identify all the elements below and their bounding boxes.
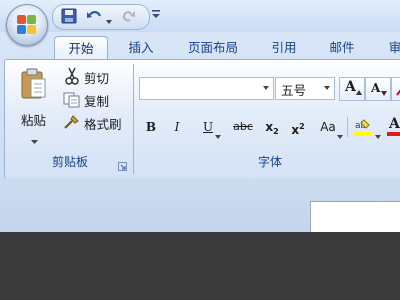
- document-page[interactable]: [310, 201, 400, 232]
- office-button[interactable]: [6, 4, 48, 46]
- superscript-label: x: [291, 123, 300, 137]
- change-case-dropdown-icon: [337, 125, 343, 145]
- clipboard-dialog-launcher-icon[interactable]: [118, 156, 127, 171]
- font-group-label: 字体: [257, 155, 282, 169]
- font-size-value: 五号: [281, 83, 307, 98]
- tab-page-layout[interactable]: 页面布局: [178, 36, 248, 60]
- paste-dropdown-icon: [31, 130, 38, 149]
- clipboard-icon: [21, 68, 47, 104]
- paintbrush-icon: [63, 114, 81, 134]
- bold-button[interactable]: B: [141, 117, 161, 137]
- tab-home[interactable]: 开始: [54, 36, 108, 61]
- subscript-digit: 2: [273, 127, 279, 136]
- tab-mailings[interactable]: 邮件: [320, 36, 364, 60]
- highlight-button[interactable]: ab: [351, 117, 381, 139]
- grow-font-label: A: [345, 79, 356, 95]
- italic-button[interactable]: I: [167, 117, 187, 137]
- format-painter-button[interactable]: 格式刷: [63, 112, 133, 134]
- office-logo-icon: [17, 15, 37, 35]
- clear-formatting-button[interactable]: [391, 77, 400, 101]
- format-painter-label: 格式刷: [84, 117, 122, 132]
- ribbon-home: 粘贴 剪切 复制 格式刷 剪贴板 五号 A A B I U abc x2 x2 …: [4, 59, 400, 179]
- scissors-icon: [65, 67, 79, 89]
- subscript-label: x: [265, 120, 274, 134]
- quick-access-toolbar: [52, 4, 150, 30]
- highlighter-icon: ab: [353, 117, 373, 143]
- grow-font-button[interactable]: A: [339, 77, 365, 101]
- tab-references[interactable]: 引用: [262, 36, 306, 60]
- tab-insert[interactable]: 插入: [118, 36, 164, 60]
- underline-button[interactable]: U: [193, 117, 223, 139]
- copy-icon: [63, 92, 81, 112]
- font-color-button[interactable]: A: [385, 116, 400, 137]
- font-name-combo[interactable]: [139, 77, 274, 100]
- word-window: 开始 插入 页面布局 引用 邮件 审 粘贴 剪切 复制 格式刷 剪贴板 五号 A…: [0, 0, 400, 232]
- cut-label: 剪切: [84, 71, 110, 86]
- superscript-digit: 2: [299, 122, 305, 131]
- group-divider: [133, 64, 134, 174]
- copy-button[interactable]: 复制: [63, 89, 133, 111]
- shrink-font-button[interactable]: A: [365, 77, 391, 101]
- font-color-bar: [387, 132, 400, 136]
- change-case-label: Aa: [320, 120, 336, 134]
- dark-overlay: [0, 232, 400, 300]
- group-divider-small: [347, 117, 348, 137]
- customize-qat-icon[interactable]: [149, 6, 167, 24]
- font-size-combo[interactable]: 五号: [275, 77, 335, 100]
- cut-button[interactable]: 剪切: [63, 66, 133, 88]
- shrink-arrow-icon: [381, 81, 387, 100]
- change-case-button[interactable]: Aa: [313, 117, 343, 139]
- subscript-button[interactable]: x2: [261, 117, 283, 137]
- font-name-dropdown-icon[interactable]: [263, 86, 269, 90]
- font-size-dropdown-icon[interactable]: [324, 86, 330, 90]
- font-color-label: A: [389, 116, 400, 132]
- font-format-row: B I U abc x2 x2 Aa ab A: [139, 116, 400, 139]
- undo-icon[interactable]: [86, 8, 104, 26]
- underline-label: U: [202, 120, 214, 134]
- superscript-button[interactable]: x2: [287, 117, 309, 137]
- underline-dropdown-icon: [215, 125, 221, 145]
- highlight-dropdown-icon: [375, 125, 381, 145]
- save-icon[interactable]: [61, 8, 79, 26]
- redo-icon[interactable]: [119, 8, 137, 26]
- ribbon-tabs: 开始 插入 页面布局 引用 邮件 审: [0, 32, 400, 61]
- shrink-font-label: A: [371, 81, 381, 95]
- tab-review[interactable]: 审: [380, 36, 400, 60]
- paste-label: 粘贴: [21, 113, 47, 128]
- clipboard-group-label: 剪贴板: [51, 155, 88, 169]
- grow-arrow-icon: [356, 80, 362, 99]
- copy-label: 复制: [84, 94, 110, 109]
- paste-button[interactable]: 粘贴: [13, 64, 53, 144]
- clear-formatting-icon: [395, 82, 400, 101]
- strikethrough-button[interactable]: abc: [229, 117, 257, 137]
